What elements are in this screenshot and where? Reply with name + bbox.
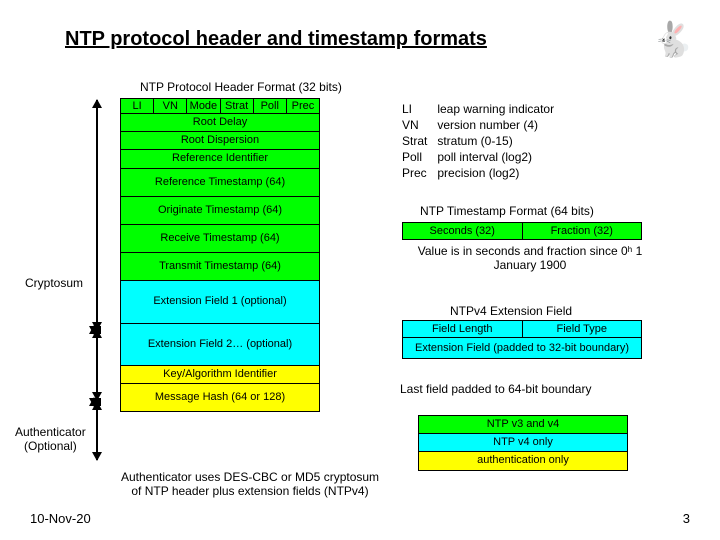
field-mode: Mode	[186, 98, 219, 114]
ts-seconds: Seconds (32)	[402, 222, 522, 240]
version-legend: NTP v3 and v4 NTP v4 only authentication…	[418, 416, 628, 471]
def-key: Poll	[402, 150, 435, 164]
rabbit-icon: 🐇	[652, 20, 694, 60]
field-originate-ts: Originate Timestamp (64)	[120, 196, 320, 225]
def-val: version number (4)	[437, 118, 562, 132]
protocol-header-diagram: LI VN Mode Strat Poll Prec Root Delay Ro…	[120, 98, 320, 412]
field-extension-2: Extension Field 2… (optional)	[120, 323, 320, 366]
field-root-delay: Root Delay	[120, 113, 320, 132]
label-authenticator: Authenticator (Optional)	[15, 425, 86, 454]
ext-extent-arrow	[96, 330, 98, 400]
header-row-bits: LI VN Mode Strat Poll Prec	[120, 98, 320, 114]
field-reference-ts: Reference Timestamp (64)	[120, 168, 320, 197]
footer-date: 10-Nov-20	[30, 511, 91, 526]
extension-format-box: Field Length Field Type Extension Field …	[402, 320, 642, 359]
timestamp-format-box: Seconds (32) Fraction (32)	[402, 222, 642, 240]
label-cryptosum: Cryptosum	[25, 276, 83, 290]
field-strat: Strat	[220, 98, 253, 114]
field-message-hash: Message Hash (64 or 128)	[120, 383, 320, 412]
ext-field-length: Field Length	[402, 320, 522, 338]
legend-auth: authentication only	[418, 451, 628, 470]
def-key: Prec	[402, 166, 435, 180]
ts-fraction: Fraction (32)	[522, 222, 643, 240]
extension-caption: NTPv4 Extension Field	[450, 304, 572, 318]
header-caption: NTP Protocol Header Format (32 bits)	[140, 80, 342, 94]
timestamp-caption: NTP Timestamp Format (64 bits)	[420, 204, 594, 218]
def-val: precision (log2)	[437, 166, 562, 180]
authenticator-note: Authenticator uses DES-CBC or MD5 crypto…	[120, 470, 380, 498]
field-definitions: LIleap warning indicator VNversion numbe…	[400, 100, 564, 182]
timestamp-note: Value is in seconds and fraction since 0…	[410, 244, 650, 272]
def-val: stratum (0-15)	[437, 134, 562, 148]
field-key-alg: Key/Algorithm Identifier	[120, 365, 320, 384]
field-extension-1: Extension Field 1 (optional)	[120, 280, 320, 323]
def-key: VN	[402, 118, 435, 132]
def-key: Strat	[402, 134, 435, 148]
legend-v4: NTP v4 only	[418, 433, 628, 452]
legend-v3v4: NTP v3 and v4	[418, 415, 628, 434]
field-vn: VN	[153, 98, 186, 114]
extension-note: Last field padded to 64-bit boundary	[400, 382, 591, 396]
field-transmit-ts: Transmit Timestamp (64)	[120, 252, 320, 281]
field-poll: Poll	[253, 98, 286, 114]
label-auth-line1: Authenticator	[15, 425, 86, 439]
field-root-dispersion: Root Dispersion	[120, 131, 320, 150]
field-prec: Prec	[286, 98, 320, 114]
footer-page-number: 3	[683, 511, 690, 526]
ext-body: Extension Field (padded to 32-bit bounda…	[402, 338, 642, 359]
cryptosum-extent-arrow	[96, 100, 98, 330]
ext-field-type: Field Type	[522, 320, 643, 338]
def-val: leap warning indicator	[437, 102, 562, 116]
field-receive-ts: Receive Timestamp (64)	[120, 224, 320, 253]
def-val: poll interval (log2)	[437, 150, 562, 164]
field-reference-id: Reference Identifier	[120, 149, 320, 168]
label-auth-line2: (Optional)	[24, 439, 77, 453]
def-key: LI	[402, 102, 435, 116]
field-li: LI	[120, 98, 153, 114]
page-title: NTP protocol header and timestamp format…	[65, 28, 487, 51]
auth-extent-arrow	[96, 402, 98, 460]
